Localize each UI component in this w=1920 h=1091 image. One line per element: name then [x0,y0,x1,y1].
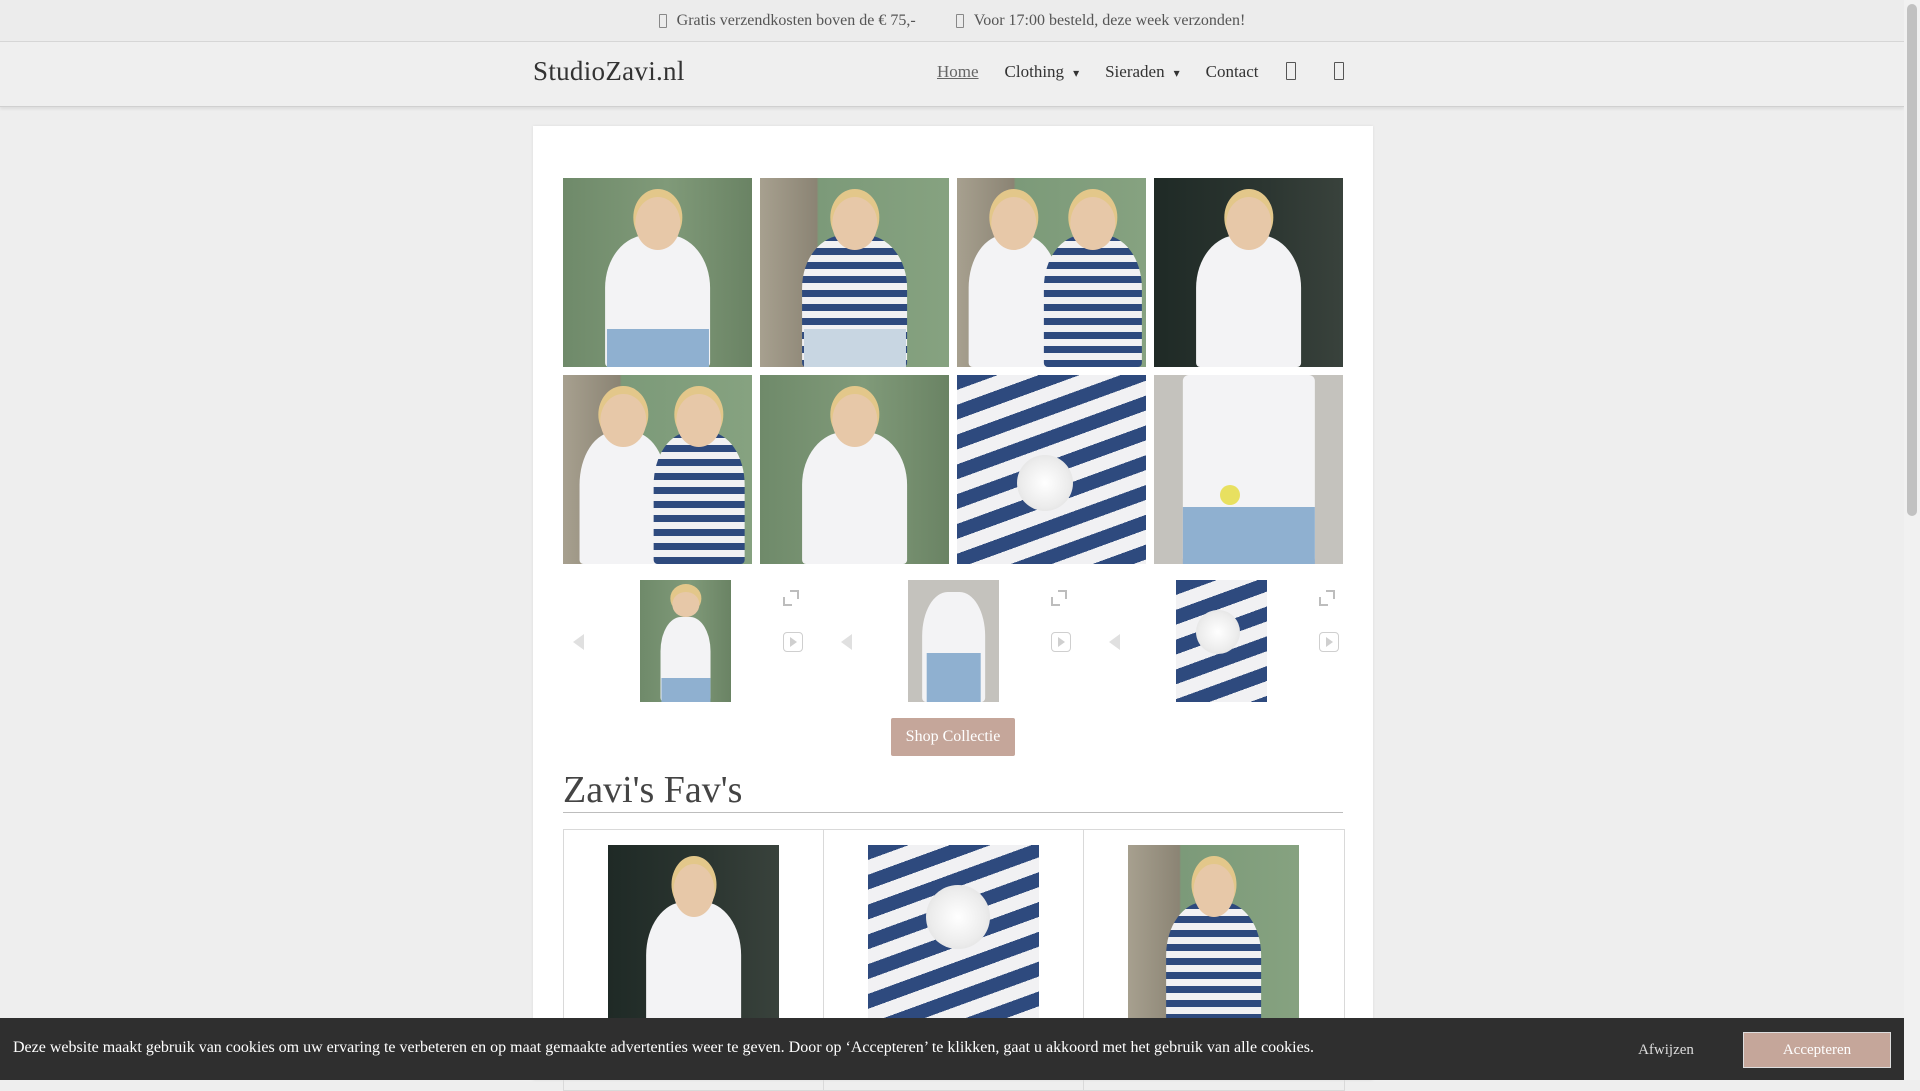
photo-head [831,393,878,447]
image-slider [1099,580,1367,705]
favs-divider [563,812,1343,813]
photo-head [672,864,715,918]
scrollbar-thumb[interactable] [1907,4,1917,516]
page-scrollbar[interactable] [1904,0,1920,1080]
site-header: StudioZavi.nl Home Clothing ▾ Sieraden ▾ C… [0,42,1904,107]
chevron-left-icon[interactable] [1109,634,1120,650]
gallery-photo[interactable] [563,375,752,564]
nav-contact[interactable]: Contact [1206,62,1259,82]
gallery-photo[interactable] [957,375,1146,564]
play-icon[interactable] [1051,632,1071,652]
accept-cookies-button[interactable]: Accepteren [1743,1032,1891,1068]
cookie-message: Deze website maakt gebruik van cookies o… [13,1039,1314,1056]
product-image[interactable] [608,845,779,1035]
photo-flower [1017,455,1073,511]
slider-image[interactable] [640,580,731,702]
chevron-left-icon[interactable] [573,634,584,650]
gallery-photo[interactable] [760,178,949,367]
photo-figure [1043,234,1143,367]
gallery-photo[interactable] [1154,375,1343,564]
cart-icon[interactable] [1334,62,1344,80]
photo-head [991,196,1037,250]
photo-figure [1195,234,1302,367]
photo-head [634,196,681,250]
chevron-down-icon: ▾ [1173,66,1180,80]
nav-sieraden-label: Sieraden [1105,62,1165,81]
expand-icon[interactable] [783,590,799,606]
photo-flower [926,885,990,949]
photo-figure [801,431,908,564]
photo-figure [1165,902,1262,1035]
photo-jeans [606,329,709,367]
photo-flower [1220,485,1240,505]
usp-bar: Gratis verzendkosten boven de € 75,- Voo… [0,0,1904,42]
image-slider [563,580,831,705]
photo-figure [645,902,742,1035]
usp-delivery-text: Voor 17:00 besteld, deze week verzonden! [973,11,1246,29]
gallery-photo[interactable] [563,178,752,367]
decline-cookies-button[interactable]: Afwijzen [1620,1034,1712,1066]
info-icon [955,13,964,28]
favs-heading: Zavi's Fav's [563,769,743,811]
nav-home[interactable]: Home [937,62,979,82]
user-icon[interactable] [1286,62,1296,80]
photo-head [1192,864,1235,918]
play-icon[interactable] [1319,632,1339,652]
product-image[interactable] [1128,845,1299,1035]
info-icon [658,13,667,28]
expand-icon[interactable] [1051,590,1067,606]
chevron-left-icon[interactable] [841,634,852,650]
shop-collection-button[interactable]: Shop Collectie [891,718,1015,756]
gallery-photo[interactable] [957,178,1146,367]
photo-jeans [1182,507,1315,564]
photo-jeans [803,329,906,367]
photo-head [1225,196,1272,250]
expand-icon[interactable] [1319,590,1335,606]
photo-head [831,196,878,250]
photo-head [676,393,722,447]
nav-clothing-label: Clothing [1004,62,1065,81]
main-nav: Home Clothing ▾ Sieraden ▾ Contact [937,62,1259,82]
product-image[interactable] [868,845,1039,1035]
usp-shipping-text: Gratis verzendkosten boven de € 75,- [676,11,916,29]
photo-jeans [926,653,981,702]
content-area: Shop Collectie Zavi's Fav's [533,126,1373,1091]
gallery-photo[interactable] [760,375,949,564]
photo-head [1070,196,1116,250]
cookie-banner: Deze website maakt gebruik van cookies o… [0,1018,1904,1080]
gallery-photo[interactable] [1154,178,1343,367]
nav-sieraden[interactable]: Sieraden ▾ [1105,62,1180,82]
photo-head [600,393,647,447]
play-icon[interactable] [783,632,803,652]
photo-figure [653,431,745,564]
slider-image[interactable] [908,580,999,702]
usp-shipping: Gratis verzendkosten boven de € 75,- [658,11,916,30]
image-slider [831,580,1099,705]
photo-flower [1196,610,1240,654]
photo-head [671,592,700,617]
slider-image[interactable] [1176,580,1267,702]
usp-delivery: Voor 17:00 besteld, deze week verzonden! [955,11,1246,30]
photo-jeans [660,677,711,702]
chevron-down-icon: ▾ [1073,66,1080,80]
site-logo[interactable]: StudioZavi.nl [533,56,685,87]
nav-clothing[interactable]: Clothing ▾ [1005,62,1080,82]
